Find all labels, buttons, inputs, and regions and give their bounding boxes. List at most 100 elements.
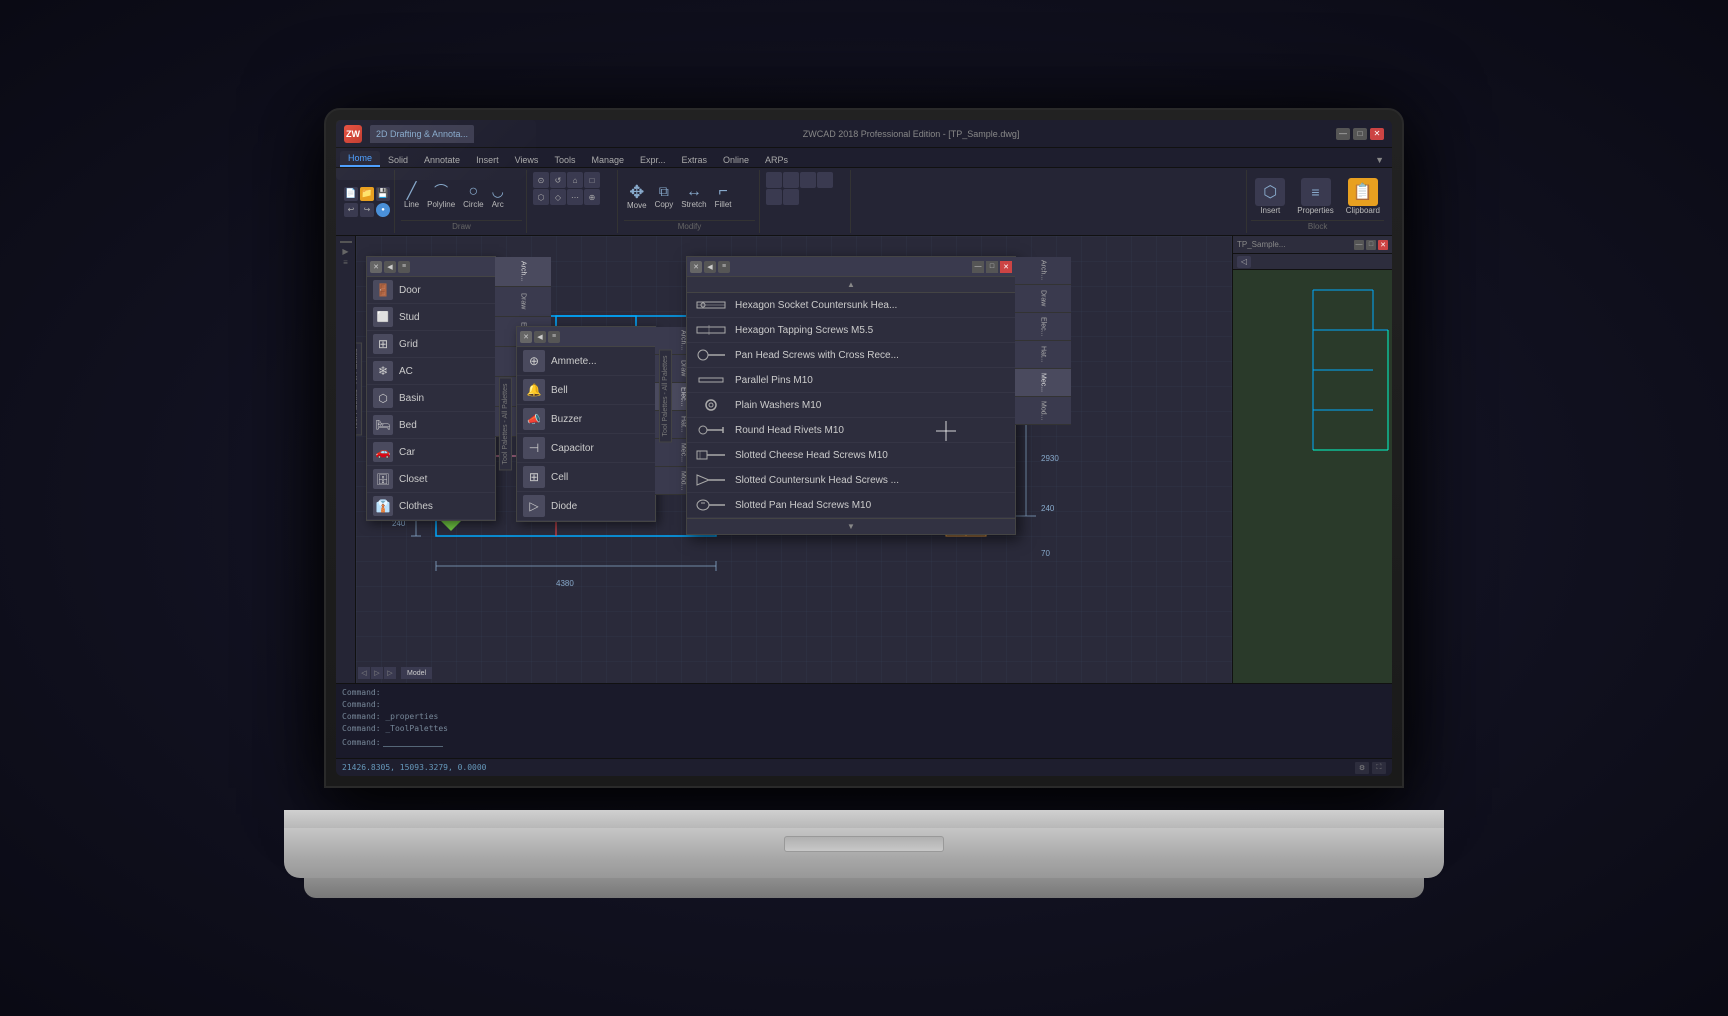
screws-scroll-down[interactable]: ▼ xyxy=(687,518,1015,534)
tab-solid[interactable]: Solid xyxy=(380,153,416,167)
polyline-tool[interactable]: ⌒ Polyline xyxy=(424,181,458,211)
screw-item-6[interactable]: Round Head Rivets M10 xyxy=(687,418,1015,443)
screw-item-1[interactable]: Hexagon Socket Countersunk Hea... xyxy=(687,293,1015,318)
scroll-right2[interactable]: ▷ xyxy=(384,667,396,679)
model-tab[interactable]: Model xyxy=(401,667,432,679)
mod-tool-4[interactable] xyxy=(817,172,833,188)
command-input[interactable] xyxy=(383,737,443,747)
tab-insert[interactable]: Insert xyxy=(468,153,507,167)
circle-tool[interactable]: ○ Circle xyxy=(460,182,486,211)
tab-arps[interactable]: ARPs xyxy=(757,153,796,167)
mod-tool-5[interactable] xyxy=(766,189,782,205)
screws-tab-mod[interactable]: Mod... xyxy=(1015,397,1071,425)
rp-min[interactable]: — xyxy=(1354,240,1364,250)
rp-max[interactable]: □ xyxy=(1366,240,1376,250)
tab-annotate[interactable]: Annotate xyxy=(416,153,468,167)
stretch-tool[interactable]: ↔ Stretch xyxy=(678,182,709,211)
insert-tool[interactable]: ⬡ Insert xyxy=(1251,176,1289,217)
palette-item-door[interactable]: 🚪 Door xyxy=(367,277,495,304)
open-file-icon[interactable]: 📁 xyxy=(360,187,374,201)
tab-expr[interactable]: Expr... xyxy=(632,153,674,167)
palette-item-basin[interactable]: ⬡ Basin xyxy=(367,385,495,412)
screws-tab-elec[interactable]: Elec... xyxy=(1015,313,1071,341)
palette-item-bed[interactable]: 🛏 Bed xyxy=(367,412,495,439)
minimize-button[interactable]: — xyxy=(1336,128,1350,140)
screw-item-4[interactable]: Parallel Pins M10 xyxy=(687,368,1015,393)
tab-views[interactable]: Views xyxy=(507,153,547,167)
mod-tool-6[interactable] xyxy=(783,189,799,205)
palette-item-cell[interactable]: ⊞ Cell xyxy=(517,463,655,492)
screws-tab-draw[interactable]: Draw xyxy=(1015,285,1071,313)
mod-tool-2[interactable] xyxy=(783,172,799,188)
tab-extras[interactable]: Extras xyxy=(674,153,716,167)
tab-tools[interactable]: Tools xyxy=(546,153,583,167)
palette-item-car[interactable]: 🚗 Car xyxy=(367,439,495,466)
screws-win-close[interactable]: ✕ xyxy=(1000,261,1012,273)
palette-item-stud[interactable]: ⬜ Stud xyxy=(367,304,495,331)
draw-tool-1[interactable]: ⊙ xyxy=(533,172,549,188)
file-tab[interactable]: 2D Drafting & Annota... xyxy=(370,125,474,143)
toolbar-icon-1[interactable]: ≡ xyxy=(343,258,348,267)
palette-item-capacitor[interactable]: ⊣ Capacitor xyxy=(517,434,655,463)
tab-manage[interactable]: Manage xyxy=(583,153,632,167)
screws-tab-arch[interactable]: Arch... xyxy=(1015,257,1071,285)
arch-palette-nav2[interactable]: ≡ xyxy=(398,261,410,273)
arch-palette-nav1[interactable]: ◀ xyxy=(384,261,396,273)
draw-tool-6[interactable]: ◇ xyxy=(550,189,566,205)
screw-item-2[interactable]: Hexagon Tapping Screws M5.5 xyxy=(687,318,1015,343)
maximize-button[interactable]: □ xyxy=(1353,128,1367,140)
screws-tab-mec[interactable]: Mec... xyxy=(1015,369,1071,397)
scroll-left[interactable]: ◁ xyxy=(358,667,370,679)
palette-item-bell[interactable]: 🔔 Bell xyxy=(517,376,655,405)
screw-item-7[interactable]: Slotted Cheese Head Screws M10 xyxy=(687,443,1015,468)
tab-home[interactable]: Home xyxy=(340,151,380,167)
settings-icon[interactable]: ⚙ xyxy=(1355,762,1369,774)
screws-palette-nav2[interactable]: ≡ xyxy=(718,261,730,273)
save-icon[interactable]: 💾 xyxy=(376,187,390,201)
arch-palette-close[interactable]: ✕ xyxy=(370,261,382,273)
copy-tool[interactable]: ⧉ Copy xyxy=(652,181,677,211)
rp-back[interactable]: ◁ xyxy=(1237,256,1251,268)
screw-item-9[interactable]: Slotted Pan Head Screws M10 xyxy=(687,493,1015,518)
screw-item-8[interactable]: Slotted Countersunk Head Screws ... xyxy=(687,468,1015,493)
new-file-icon[interactable]: 📄 xyxy=(344,187,358,201)
screws-scroll-up[interactable]: ▲ xyxy=(687,277,1015,293)
mod-tool-3[interactable] xyxy=(800,172,816,188)
arc-tool[interactable]: ◡ Arc xyxy=(489,181,507,211)
palette-item-buzzer[interactable]: 📣 Buzzer xyxy=(517,405,655,434)
tab-online[interactable]: Online xyxy=(715,153,757,167)
palette-item-ac[interactable]: ❄ AC xyxy=(367,358,495,385)
elec-palette-nav1[interactable]: ◀ xyxy=(534,331,546,343)
screws-palette-close[interactable]: ✕ xyxy=(690,261,702,273)
elec-palette-nav2[interactable]: ≡ xyxy=(548,331,560,343)
draw-tool-7[interactable]: ⋯ xyxy=(567,189,583,205)
screws-palette-nav1[interactable]: ◀ xyxy=(704,261,716,273)
fillet-tool[interactable]: ⌐ Fillet xyxy=(712,182,735,211)
fullscreen-icon[interactable]: ⛶ xyxy=(1372,762,1386,774)
draw-tool-8[interactable]: ⊕ xyxy=(584,189,600,205)
palette-item-clothes[interactable]: 👔 Clothes xyxy=(367,493,495,520)
undo-icon[interactable]: ↩ xyxy=(344,203,358,217)
rp-close[interactable]: ✕ xyxy=(1378,240,1388,250)
elec-palette-close[interactable]: ✕ xyxy=(520,331,532,343)
clipboard-tool[interactable]: 📋 Clipboard xyxy=(1342,176,1384,217)
palette-item-grid[interactable]: ⊞ Grid xyxy=(367,331,495,358)
close-button[interactable]: ✕ xyxy=(1370,128,1384,140)
palette-item-ammeter[interactable]: ⊕ Ammete... xyxy=(517,347,655,376)
draw-tool-4[interactable]: □ xyxy=(584,172,600,188)
screw-item-5[interactable]: Plain Washers M10 xyxy=(687,393,1015,418)
line-tool[interactable]: ╱ Line xyxy=(401,182,422,211)
move-tool[interactable]: ✥ Move xyxy=(624,181,650,212)
screws-win-max[interactable]: □ xyxy=(986,261,998,273)
redo-icon[interactable]: ↪ xyxy=(360,203,374,217)
properties-tool[interactable]: ≡ Properties xyxy=(1293,176,1337,217)
screws-win-min[interactable]: — xyxy=(972,261,984,273)
tab-more[interactable]: ▼ xyxy=(1371,153,1388,167)
draw-tool-2[interactable]: ↺ xyxy=(550,172,566,188)
tab-arch-active[interactable]: Arch... xyxy=(495,257,551,287)
screws-tab-hat[interactable]: Hat... xyxy=(1015,341,1071,369)
scroll-right[interactable]: ▷ xyxy=(371,667,383,679)
toolbar-arrow[interactable]: ▶ xyxy=(342,247,348,256)
tab-draw[interactable]: Draw xyxy=(495,287,551,317)
screw-item-3[interactable]: Pan Head Screws with Cross Rece... xyxy=(687,343,1015,368)
